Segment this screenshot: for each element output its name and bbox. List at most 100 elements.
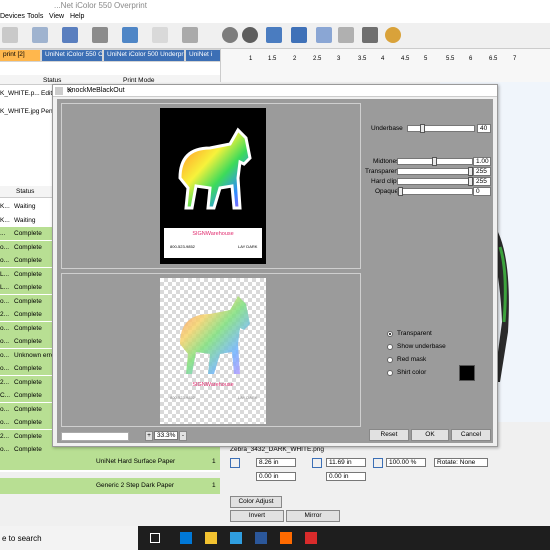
mirror-button[interactable]: Mirror bbox=[286, 510, 340, 522]
y-offset-field[interactable]: 0.00 in bbox=[326, 472, 366, 481]
job-name: K... bbox=[0, 216, 10, 224]
gear-icon[interactable] bbox=[222, 27, 238, 43]
midtones-slider[interactable] bbox=[397, 157, 473, 166]
zoom-in-button[interactable]: + bbox=[145, 431, 153, 441]
job-name: ... bbox=[0, 230, 6, 237]
dialog-body: SIGNWarehouse 800-523-9852 LAY DARK SIGN… bbox=[57, 99, 493, 443]
uninet-icon[interactable] bbox=[305, 532, 317, 544]
header-status: Status bbox=[16, 188, 35, 195]
underbase-label: Underbase bbox=[371, 125, 403, 132]
job-name: L... bbox=[0, 270, 10, 278]
slider-thumb[interactable] bbox=[398, 187, 403, 196]
zoom-field[interactable]: 33.3% bbox=[154, 431, 178, 440]
height-field[interactable]: 11.69 in bbox=[326, 458, 366, 467]
show-underbase-radio[interactable] bbox=[387, 344, 393, 350]
receive-icon[interactable] bbox=[291, 27, 307, 43]
job-name: L... bbox=[0, 284, 10, 291]
rotate-select[interactable]: Rotate: None bbox=[434, 458, 488, 467]
cancel-icon[interactable] bbox=[242, 27, 258, 43]
job-status: Unknown erro bbox=[14, 351, 55, 359]
paper-icon[interactable] bbox=[122, 27, 138, 43]
taskbar-search-box[interactable]: e to search bbox=[0, 526, 138, 550]
hard-clip-slider[interactable] bbox=[397, 177, 473, 186]
transparent-value[interactable]: 255 bbox=[473, 167, 491, 176]
x-offset-field[interactable]: 0.00 in bbox=[256, 472, 296, 481]
height-icon bbox=[312, 458, 322, 468]
tshirt-phone-text: 800-523-9852 bbox=[170, 244, 196, 249]
ok-button[interactable]: OK bbox=[411, 429, 449, 441]
job-name: K_WHITE.jpg bbox=[0, 108, 40, 115]
paper-row[interactable]: Generic 2 Step Dark Paper 1 bbox=[0, 478, 220, 494]
scale-field[interactable]: 100.00 % bbox=[386, 458, 426, 467]
zoom-icon[interactable] bbox=[316, 27, 332, 43]
dialog-title-bar: KnockMeBlackOut ✕ bbox=[53, 85, 497, 97]
app-title-bar: ...Net iColor 550 Overprint bbox=[0, 0, 550, 12]
palette-icon[interactable] bbox=[385, 27, 401, 43]
job-name: o... bbox=[0, 338, 10, 345]
edge-icon[interactable] bbox=[180, 532, 192, 544]
copy-icon[interactable] bbox=[92, 27, 108, 43]
menu-tools[interactable]: Tools bbox=[27, 13, 43, 20]
transparent-radio[interactable] bbox=[387, 331, 393, 337]
job-status: Edit bbox=[41, 90, 53, 97]
invert-button[interactable]: Invert bbox=[230, 510, 284, 522]
job-name: o... bbox=[0, 446, 10, 453]
search-placeholder: e to search bbox=[2, 534, 42, 543]
tab-uninet[interactable]: UniNet i bbox=[186, 50, 220, 61]
send-icon[interactable] bbox=[266, 27, 282, 43]
underbase-slider[interactable] bbox=[407, 124, 475, 133]
color-adjust-button[interactable]: Color Adjust bbox=[230, 496, 282, 508]
transparent-slider[interactable] bbox=[397, 167, 473, 176]
job-status: Complete bbox=[14, 378, 42, 386]
printer-tabs: print [2] UniNet iColor 550 CMYK [1] Uni… bbox=[0, 49, 220, 62]
layout-icon[interactable] bbox=[182, 27, 198, 43]
mail-icon[interactable] bbox=[255, 532, 267, 544]
tab-icolor-500[interactable]: UniNet iColor 500 Underprint bbox=[104, 50, 184, 61]
tab-print[interactable]: print [2] bbox=[0, 50, 40, 61]
paper-label: UniNet Hard Surface Paper bbox=[96, 458, 176, 465]
reset-button[interactable]: Reset bbox=[369, 429, 409, 441]
paper-count: 1 bbox=[212, 458, 216, 465]
printer-icon[interactable] bbox=[362, 27, 378, 43]
job-icon[interactable] bbox=[62, 27, 78, 43]
opaque-label: Opaque bbox=[375, 188, 399, 195]
tab-icolor-550[interactable]: UniNet iColor 550 CMYK [1] bbox=[42, 50, 102, 61]
result-preview-frame: SIGNWarehouse 800-523-9852 LAY DARK bbox=[61, 273, 361, 427]
zoom-out-button[interactable]: - bbox=[179, 431, 187, 441]
hard-clip-value[interactable]: 255 bbox=[473, 177, 491, 186]
menu-view[interactable]: View bbox=[49, 13, 64, 20]
underbase-value[interactable]: 40 bbox=[477, 124, 491, 133]
rotate-icon[interactable] bbox=[338, 27, 354, 43]
file-explorer-icon[interactable] bbox=[205, 532, 217, 544]
opaque-value[interactable]: 0 bbox=[473, 187, 491, 196]
settings-icon[interactable] bbox=[152, 27, 168, 43]
shirt-color-swatch[interactable] bbox=[459, 365, 475, 381]
illustrator-icon[interactable] bbox=[280, 532, 292, 544]
tshirt-brand-text: SIGNWarehouse bbox=[192, 382, 233, 388]
task-view-icon[interactable] bbox=[150, 533, 160, 543]
slider-thumb[interactable] bbox=[420, 124, 425, 133]
result-image: SIGNWarehouse 800-523-9852 LAY DARK bbox=[160, 278, 266, 424]
paper-row[interactable]: UniNet Hard Surface Paper 1 bbox=[0, 454, 220, 470]
ruler-number: 5 bbox=[424, 56, 428, 62]
job-name: o... bbox=[0, 324, 10, 332]
menu-devices[interactable]: Devices bbox=[0, 13, 25, 20]
red-mask-radio[interactable] bbox=[387, 357, 393, 363]
app-title: ...Net iColor 550 Overprint bbox=[54, 1, 147, 10]
shirt-color-radio[interactable] bbox=[387, 370, 393, 376]
queue-icon[interactable] bbox=[2, 27, 18, 43]
print-icon[interactable] bbox=[32, 27, 48, 43]
transparent-label: Transparent bbox=[365, 168, 400, 175]
taskbar: e to search bbox=[0, 526, 550, 550]
job-status: Complete bbox=[14, 405, 42, 413]
opaque-slider[interactable] bbox=[397, 187, 473, 196]
slider-thumb[interactable] bbox=[432, 157, 437, 166]
dialog-close-button[interactable]: ✕ bbox=[67, 87, 494, 95]
menu-help[interactable]: Help bbox=[70, 13, 84, 20]
midtones-value[interactable]: 1.00 bbox=[473, 157, 491, 166]
store-icon[interactable] bbox=[230, 532, 242, 544]
scale-icon bbox=[373, 458, 383, 468]
rainbow-zebra-image: SIGNWarehouse 800-523-9852 LAY DARK bbox=[164, 127, 262, 258]
cancel-button[interactable]: Cancel bbox=[451, 429, 491, 441]
width-field[interactable]: 8.26 in bbox=[256, 458, 296, 467]
